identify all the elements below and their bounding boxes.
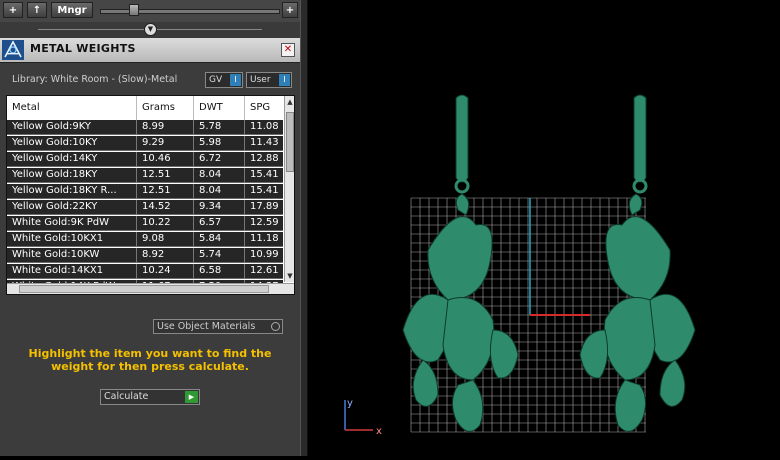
cell-spg: 17.89 — [250, 201, 279, 212]
cell-metal: White Gold:14KX1 — [7, 264, 137, 279]
cell-spg: 15.41 — [250, 185, 279, 196]
cell-grams: 8.92 — [137, 248, 194, 263]
panel-header: METAL WEIGHTS ✕ — [0, 38, 300, 63]
close-icon[interactable]: ✕ — [281, 43, 295, 57]
gv-toggle[interactable]: GV I — [205, 72, 243, 88]
earring-right — [579, 94, 696, 432]
zoom-slider-handle[interactable] — [129, 4, 139, 16]
play-icon[interactable]: ▶ — [185, 391, 198, 403]
cell-metal: White Gold:10KX1 — [7, 232, 137, 247]
3d-viewport[interactable]: y x — [308, 0, 780, 456]
gv-label: GV — [209, 75, 223, 85]
cell-dwt: 8.04 — [194, 168, 245, 183]
panel-title: METAL WEIGHTS — [30, 42, 136, 55]
table-row[interactable]: Yellow Gold:22KY 14.52 9.34 17.89 — [7, 200, 283, 215]
scroll-down-icon[interactable]: ▼ — [285, 270, 294, 282]
instruction-text: Highlight the item you want to find the … — [28, 347, 272, 373]
table-row[interactable]: Yellow Gold:18KY R... 12.51 8.04 15.41 — [7, 184, 283, 199]
cell-dwt: 6.57 — [194, 216, 245, 231]
cell-spg: 12.88 — [250, 153, 279, 164]
manager-button[interactable]: Mngr — [51, 2, 93, 18]
cell-dwt: 6.72 — [194, 152, 245, 167]
horizontal-scroll-thumb[interactable] — [19, 285, 269, 293]
add-button[interactable]: + — [3, 2, 23, 18]
user-toggle[interactable]: User I — [246, 72, 292, 88]
table-row[interactable]: White Gold:10KW 8.92 5.74 10.99 — [7, 248, 283, 263]
gv-indicator: I — [230, 74, 241, 86]
cell-dwt: 5.74 — [194, 248, 245, 263]
cell-dwt: 5.78 — [194, 120, 245, 135]
zoom-slider-track[interactable] — [100, 9, 280, 14]
column-header-metal[interactable]: Metal — [7, 96, 137, 120]
collapse-bar: ▼ — [0, 22, 300, 39]
column-header-spg[interactable]: SPG — [245, 96, 285, 120]
viewport-canvas[interactable]: y x — [308, 0, 780, 456]
axis-gizmo-icon: y x — [344, 398, 382, 437]
cell-grams: 10.24 — [137, 264, 194, 279]
cell-grams: 12.51 — [137, 184, 194, 199]
top-toolbar: + ↑ Mngr + — [0, 0, 300, 22]
cell-metal: Yellow Gold:22KY — [7, 200, 137, 215]
table-row[interactable]: Yellow Gold:14KY 10.46 6.72 12.88 — [7, 152, 283, 167]
cell-spg: 11.18 — [250, 233, 279, 244]
table-row[interactable]: White Gold:9K PdW 10.22 6.57 12.59 — [7, 216, 283, 231]
table-row[interactable]: Yellow Gold:9KY 8.99 5.78 11.08 — [7, 120, 283, 135]
cell-spg: 15.41 — [250, 169, 279, 180]
metal-weights-table: Metal Grams DWT SPG Yellow Gold:9KY 8.99 5… — [6, 95, 295, 295]
cell-spg: 12.59 — [250, 217, 279, 228]
cell-grams: 8.99 — [137, 120, 194, 135]
table-row[interactable]: White Gold:14KX1 10.24 6.58 12.61 — [7, 264, 283, 279]
cell-metal: Yellow Gold:18KY — [7, 168, 137, 183]
collapse-toggle-icon[interactable]: ▼ — [144, 23, 157, 36]
cell-dwt: 9.34 — [194, 200, 245, 215]
cell-grams: 14.52 — [137, 200, 194, 215]
cell-dwt: 6.58 — [194, 264, 245, 279]
cell-grams: 9.29 — [137, 136, 194, 151]
cell-spg: 12.61 — [250, 265, 279, 276]
axis-y-label: y — [347, 398, 353, 409]
cell-metal: Yellow Gold:14KY — [7, 152, 137, 167]
horizontal-scrollbar[interactable] — [7, 283, 294, 294]
zoom-in-button[interactable]: + — [282, 2, 298, 18]
column-header-grams[interactable]: Grams — [137, 96, 194, 120]
axis-x-label: x — [376, 426, 382, 437]
column-header-dwt[interactable]: DWT — [194, 96, 245, 120]
cell-metal: Yellow Gold:10KY — [7, 136, 137, 151]
cell-metal: White Gold:10KW — [7, 248, 137, 263]
use-object-materials-option[interactable]: Use Object Materials — [153, 319, 283, 334]
radio-icon[interactable] — [271, 322, 280, 331]
library-label: Library: White Room - (Slow)-Metal — [12, 74, 178, 85]
cell-grams: 10.22 — [137, 216, 194, 231]
user-label: User — [250, 75, 271, 85]
cell-metal: Yellow Gold:18KY R... — [7, 184, 137, 199]
cell-grams: 10.46 — [137, 152, 194, 167]
cell-dwt: 5.84 — [194, 232, 245, 247]
panel-splitter[interactable] — [300, 0, 308, 456]
calculate-label: Calculate — [104, 391, 149, 402]
cell-spg: 10.99 — [250, 249, 279, 260]
table-row[interactable]: White Gold:10KX1 9.08 5.84 11.18 — [7, 232, 283, 247]
vertical-scroll-thumb[interactable] — [286, 112, 294, 172]
up-button[interactable]: ↑ — [27, 2, 47, 18]
use-object-materials-label: Use Object Materials — [157, 321, 256, 332]
table-row[interactable]: Yellow Gold:10KY 9.29 5.98 11.43 — [7, 136, 283, 151]
table-header: Metal Grams DWT SPG — [7, 96, 283, 120]
vertical-scrollbar[interactable]: ▲ ▼ — [284, 96, 294, 282]
cell-spg: 11.08 — [250, 121, 279, 132]
app-logo-icon — [2, 40, 24, 60]
cell-dwt: 5.98 — [194, 136, 245, 151]
cell-spg: 11.43 — [250, 137, 279, 148]
calculate-button[interactable]: Calculate ▶ — [100, 389, 200, 405]
user-indicator: I — [279, 74, 290, 86]
table-row[interactable]: Yellow Gold:18KY 12.51 8.04 15.41 — [7, 168, 283, 183]
cell-metal: White Gold:9K PdW — [7, 216, 137, 231]
cell-grams: 12.51 — [137, 168, 194, 183]
cell-metal: Yellow Gold:9KY — [7, 120, 137, 135]
metal-weights-panel: + ↑ Mngr + ▼ METAL WEIGHTS ✕ Library: Wh… — [0, 0, 300, 456]
cell-dwt: 8.04 — [194, 184, 245, 199]
cell-grams: 9.08 — [137, 232, 194, 247]
scroll-up-icon[interactable]: ▲ — [285, 96, 294, 108]
